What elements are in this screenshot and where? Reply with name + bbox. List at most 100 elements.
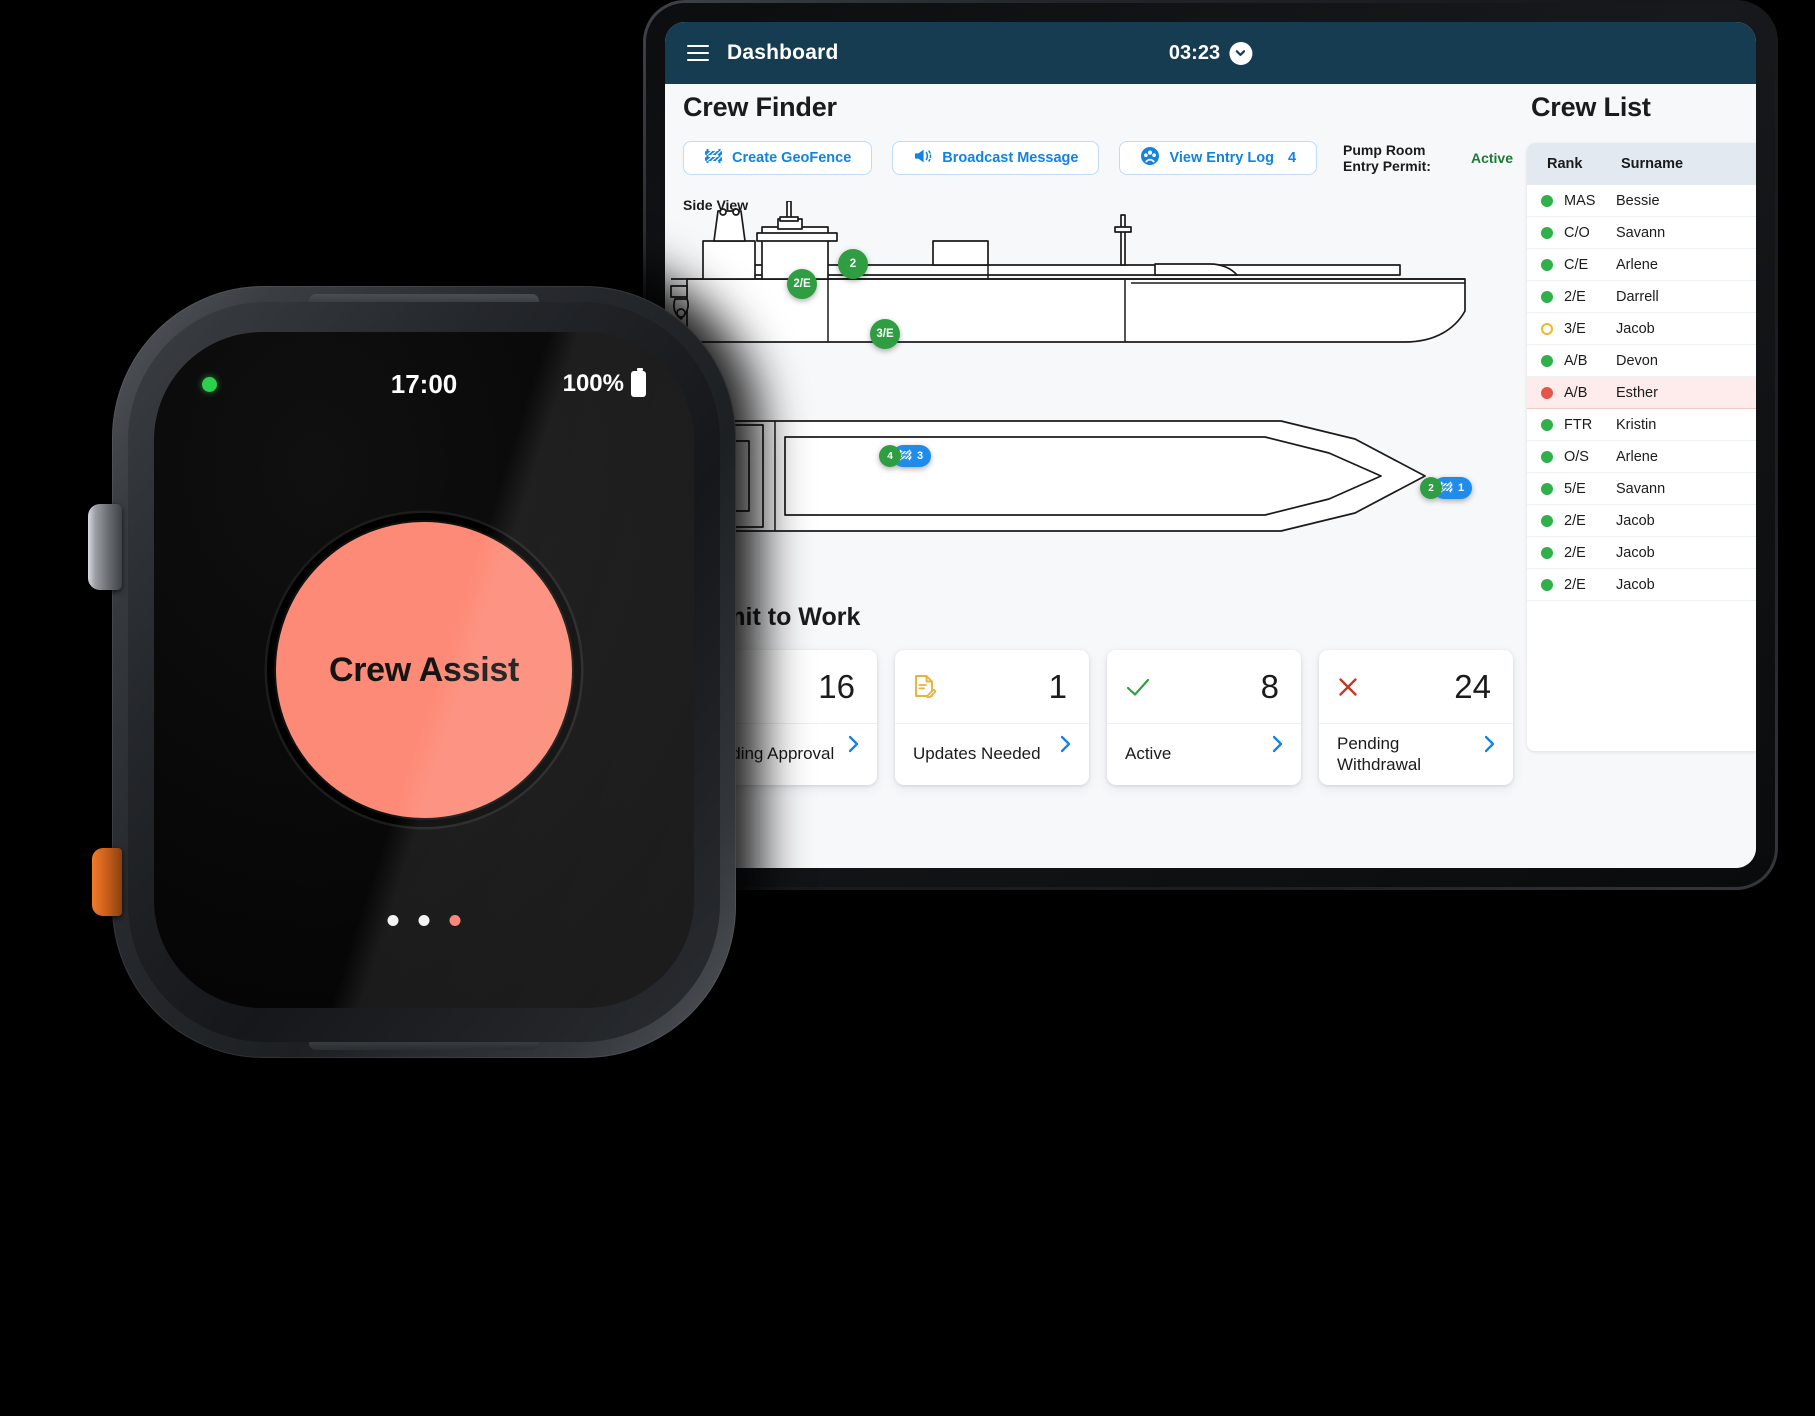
broadcast-message-button[interactable]: Broadcast Message (892, 141, 1100, 175)
crew-surname: Darrell (1616, 288, 1659, 305)
chevron-right-icon[interactable] (1272, 735, 1283, 758)
crew-surname: Jacob (1616, 320, 1655, 337)
geofence-count: 3 (917, 450, 924, 462)
crew-list-row[interactable]: C/O Savann (1527, 217, 1756, 249)
crew-list-filler (1527, 601, 1756, 751)
page-dot[interactable] (418, 915, 430, 926)
crew-rank: C/O (1564, 224, 1590, 241)
crew-status-dot-green (1541, 258, 1553, 271)
column-header-surname[interactable]: Surname (1621, 156, 1683, 172)
check-icon (1125, 677, 1153, 697)
geofence-barrier-icon (704, 148, 723, 168)
cross-icon (1337, 676, 1365, 698)
card-top: 8 (1107, 650, 1301, 723)
crew-surname: Savann (1616, 224, 1666, 241)
crew-list-body: MAS Bessie C/O Savann C/E Arlene 2/E Darrell 3/E… (1527, 185, 1756, 601)
crew-list-row[interactable]: 2/E Jacob (1527, 537, 1756, 569)
page-title: Crew Finder (683, 92, 837, 122)
crew-list-row[interactable]: A/B Esther (1527, 377, 1756, 409)
crew-rank: MAS (1564, 192, 1596, 209)
card-number: 24 (1454, 668, 1491, 705)
crew-pin-count: 4 (879, 445, 901, 467)
crew-status-dot-amber (1541, 322, 1553, 335)
chevron-right-icon[interactable] (1060, 735, 1071, 758)
crew-rank: O/S (1564, 448, 1589, 465)
crew-rank: A/B (1564, 384, 1588, 401)
crew-list-row[interactable]: FTR Kristin (1527, 409, 1756, 441)
chevron-right-icon[interactable] (848, 735, 859, 758)
watch-status-bar: 17:00 100% (154, 368, 694, 399)
screenshot-stage: Dashboard 03:23 Crew Finder Create GeoFe… (0, 0, 1815, 1416)
crew-list-row[interactable]: 2/E Darrell (1527, 281, 1756, 313)
ptw-card-updates-needed[interactable]: 1 Updates Needed (895, 650, 1089, 785)
crew-rank: C/E (1564, 256, 1589, 273)
crew-status-dot-green (1541, 514, 1553, 527)
permit-to-work-cards: 16 Pending Approval 1 Updates Needed 8 A… (665, 632, 1513, 785)
crew-status-dot-green (1541, 418, 1553, 431)
crew-geofence-marker-1[interactable]: 4 3 (879, 445, 932, 467)
crew-surname: Jacob (1616, 576, 1655, 593)
create-geofence-button[interactable]: Create GeoFence (683, 141, 873, 175)
crew-rank: 3/E (1564, 320, 1586, 337)
ptw-card-active[interactable]: 8 Active (1107, 650, 1301, 785)
card-bottom: Pending Withdrawal (1319, 723, 1513, 785)
hamburger-menu-icon[interactable] (687, 45, 709, 61)
crew-marker-side-1[interactable]: 2/E (787, 269, 817, 299)
crew-list-column: Crew List Rank Surname MAS Bessie C/O Savan… (1513, 84, 1756, 751)
crew-surname: Arlene (1616, 448, 1658, 465)
action-side-button[interactable] (92, 848, 122, 916)
card-label: Active (1125, 744, 1172, 764)
crew-pin-rank: 3/E (870, 319, 900, 349)
crew-list-header-row: Rank Surname (1527, 143, 1756, 185)
watch-bezel: 17:00 100% Crew Assist (128, 302, 720, 1042)
geofence-count: 1 (1458, 482, 1465, 494)
ptw-card-pending-withdrawal[interactable]: 24 Pending Withdrawal (1319, 650, 1513, 785)
crew-status-dot-green (1541, 194, 1553, 207)
crew-marker-side-2[interactable]: 2 (838, 249, 868, 279)
chevron-down-icon[interactable] (1229, 41, 1253, 65)
crew-list-row[interactable]: 5/E Savann (1527, 473, 1756, 505)
crew-list-row[interactable]: 3/E Jacob (1527, 313, 1756, 345)
crew-status-dot-green (1541, 482, 1553, 495)
card-bottom: Active (1107, 723, 1301, 785)
crew-status-dot-green (1541, 578, 1553, 591)
tablet-frame: Dashboard 03:23 Crew Finder Create GeoFe… (643, 0, 1778, 890)
battery-percent: 100% (562, 370, 624, 397)
crew-list-title: Crew List (1531, 92, 1651, 122)
crew-list-row[interactable]: MAS Bessie (1527, 185, 1756, 217)
crew-rank: 5/E (1564, 480, 1586, 497)
crew-assist-label: Crew Assist (328, 650, 520, 689)
battery-full-icon (631, 368, 646, 397)
header-time: 03:23 (1168, 41, 1221, 64)
card-number: 16 (818, 668, 855, 705)
page-indicator-dots (387, 915, 461, 926)
view-entry-log-button[interactable]: View Entry Log 4 (1119, 141, 1318, 175)
permit-to-work-heading: Permit to Work (683, 603, 861, 631)
crew-list-row[interactable]: O/S Arlene (1527, 441, 1756, 473)
card-number: 8 (1260, 668, 1279, 705)
crew-pin-count: 2 (1420, 477, 1442, 499)
crew-marker-side-3[interactable]: 3/E (870, 319, 900, 349)
crew-list-row[interactable]: C/E Arlene (1527, 249, 1756, 281)
watch-screen: 17:00 100% Crew Assist (154, 332, 694, 1008)
smartwatch-device: 17:00 100% Crew Assist (88, 268, 754, 1080)
card-label: Pending Withdrawal (1337, 733, 1422, 774)
crew-surname: Devon (1616, 352, 1658, 369)
crew-list-row[interactable]: 2/E Jacob (1527, 569, 1756, 601)
main-column: Crew Finder Create GeoFence Broadcast Me… (665, 84, 1513, 785)
column-header-rank[interactable]: Rank (1547, 156, 1621, 172)
crew-status-dot-green (1541, 546, 1553, 559)
crew-rank: 2/E (1564, 288, 1586, 305)
crew-list-row[interactable]: 2/E Jacob (1527, 505, 1756, 537)
crew-status-dot-green (1541, 226, 1553, 239)
chevron-right-icon[interactable] (1484, 735, 1495, 758)
header-clock-group[interactable]: 03:23 (1168, 41, 1253, 65)
crew-list-row[interactable]: A/B Devon (1527, 345, 1756, 377)
page-dot-active[interactable] (449, 915, 461, 926)
crew-geofence-marker-2[interactable]: 2 1 (1420, 477, 1473, 499)
view-entry-log-count: 4 (1287, 150, 1297, 166)
crew-pin-rank: 2/E (787, 269, 817, 299)
digital-crown-button[interactable] (88, 504, 122, 590)
crew-assist-button[interactable]: Crew Assist (274, 520, 574, 820)
page-dot[interactable] (387, 915, 399, 926)
